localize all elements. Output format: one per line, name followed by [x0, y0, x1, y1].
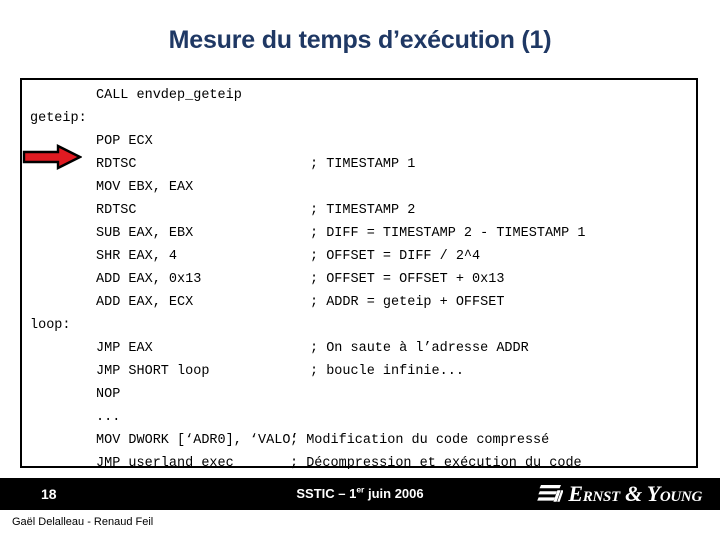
authors-label: Gaël Delalleau - Renaud Feil	[12, 516, 154, 528]
code-comment: ; TIMESTAMP 2	[310, 203, 416, 218]
code-comment: ; DIFF = TIMESTAMP 2 - TIMESTAMP 1	[310, 226, 586, 241]
code-line: ADD EAX, 0x13 ; OFFSET = OFFSET + 0x13	[22, 268, 696, 291]
code-instruction: ...	[96, 410, 121, 425]
code-instruction: ADD EAX, 0x13	[96, 272, 202, 287]
code-instruction: JMP SHORT loop	[96, 364, 210, 379]
code-line: SHR EAX, 4 ; OFFSET = DIFF / 2^4	[22, 245, 696, 268]
code-instruction: JMP userland_exec	[96, 456, 234, 471]
ey-bars-icon	[537, 485, 564, 502]
code-instruction: CALL envdep_geteip	[96, 88, 242, 103]
code-line: JMP EAX ; On saute à l’adresse ADDR	[22, 337, 696, 360]
code-line: MOV DWORK [‘ADR0], ‘VALO’; Modification …	[22, 429, 696, 452]
footer-bar: 18 SSTIC – 1er juin 2006 Ernst & Young	[0, 478, 720, 510]
code-line: ...	[22, 406, 696, 429]
code-instruction: RDTSC	[96, 157, 137, 172]
code-instruction: SHR EAX, 4	[96, 249, 178, 264]
red-arrow-pointer-icon	[22, 144, 82, 170]
code-comment: ; OFFSET = OFFSET + 0x13	[310, 272, 505, 287]
code-line: loop:	[22, 314, 696, 337]
code-line: geteip:	[22, 107, 696, 130]
code-instruction: POP ECX	[96, 134, 153, 149]
code-comment: ; TIMESTAMP 1	[310, 157, 416, 172]
code-comment: ; On saute à l’adresse ADDR	[310, 341, 529, 356]
code-instruction: MOV DWORK [‘ADR0], ‘VALO’	[96, 433, 299, 448]
code-instruction: JMP EAX	[96, 341, 153, 356]
code-line: NOP	[22, 383, 696, 406]
page-title: Mesure du temps d’exécution (1)	[168, 26, 552, 54]
assembly-code-listing: CALL envdep_geteip geteip: POP ECX RDTSC ; T…	[22, 80, 696, 471]
code-instruction: SUB EAX, EBX	[96, 226, 194, 241]
code-line: POP ECX	[22, 130, 696, 153]
footer-event-suffix: juin 2006	[364, 486, 424, 501]
code-comment: ; OFFSET = DIFF / 2^4	[310, 249, 481, 264]
footer-event-prefix: SSTIC – 1	[296, 486, 357, 501]
ernst-young-logo: Ernst & Young	[537, 479, 702, 509]
ernst-young-wordmark: Ernst & Young	[568, 481, 702, 506]
code-instruction: MOV EBX, EAX	[96, 180, 194, 195]
code-line: ADD EAX, ECX ; ADDR = geteip + OFFSET	[22, 291, 696, 314]
code-listing-box: CALL envdep_geteip geteip: POP ECX RDTSC ; T…	[20, 78, 698, 471]
code-instruction: RDTSC	[96, 203, 137, 218]
code-line: SUB EAX, EBX ; DIFF = TIMESTAMP 2 - TIMES…	[22, 222, 696, 245]
code-comment: ; ADDR = geteip + OFFSET	[310, 295, 505, 310]
code-line: JMP SHORT loop ; boucle infinie...	[22, 360, 696, 383]
code-line: CALL envdep_geteip	[22, 84, 696, 107]
code-line: MOV EBX, EAX	[22, 176, 696, 199]
code-label: loop:	[30, 318, 71, 333]
code-comment: ; Décompression et exécution du code	[290, 456, 582, 471]
code-instruction: ADD EAX, ECX	[96, 295, 194, 310]
code-line: JMP userland_exec ; Décompression et exéc…	[22, 452, 696, 475]
code-comment: ; Modification du code compressé	[290, 433, 550, 448]
code-line: RDTSC ; TIMESTAMP 1	[22, 153, 696, 176]
code-line: RDTSC ; TIMESTAMP 2	[22, 199, 696, 222]
code-label: geteip:	[30, 111, 87, 126]
code-instruction: NOP	[96, 387, 121, 402]
code-comment: ; boucle infinie...	[310, 364, 464, 379]
